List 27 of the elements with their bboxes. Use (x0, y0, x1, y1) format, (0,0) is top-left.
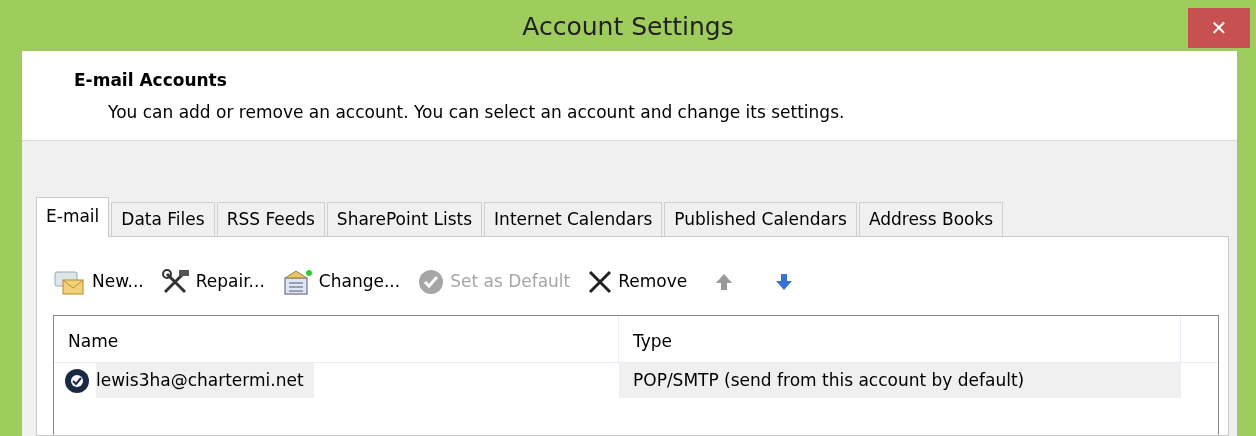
envelope-icon (53, 268, 87, 296)
column-header[interactable]: Type (619, 316, 1181, 362)
table-row[interactable]: lewis3ha@chartermi.net POP/SMTP (send from this account by default) (54, 363, 1218, 398)
tab[interactable]: Data Files (111, 202, 215, 236)
table-cell: lewis3ha@chartermi.net (96, 363, 314, 398)
section-heading: E-mail Accounts (74, 69, 228, 92)
tab[interactable]: Internet Calendars (484, 202, 663, 236)
tools-icon (160, 268, 191, 296)
tab[interactable]: E-mail (36, 197, 110, 237)
toolbar-button[interactable]: Remove (587, 269, 688, 295)
checkmark-icon (417, 268, 446, 296)
section-description: You can add or remove an account. You can select an account and change its settings. (108, 100, 846, 124)
close-button[interactable]: ✕ (1188, 8, 1250, 48)
tab[interactable]: Published Calendars (664, 202, 857, 236)
close-icon (587, 269, 614, 295)
toolbar-button[interactable]: New... (53, 268, 144, 296)
house-icon (281, 268, 314, 296)
toolbar-button[interactable]: Change... (281, 268, 401, 296)
tab[interactable]: RSS Feeds (216, 202, 325, 236)
down-arrow-icon[interactable] (774, 272, 795, 292)
window-title: Account Settings (522, 10, 734, 43)
account-icon (64, 367, 90, 394)
column-header[interactable]: Name (54, 316, 619, 362)
tab[interactable]: Address Books (858, 202, 1004, 236)
tab[interactable]: SharePoint Lists (326, 202, 483, 236)
toolbar-button[interactable]: Repair... (160, 268, 265, 296)
table-cell: POP/SMTP (send from this account by default) (619, 363, 1181, 398)
